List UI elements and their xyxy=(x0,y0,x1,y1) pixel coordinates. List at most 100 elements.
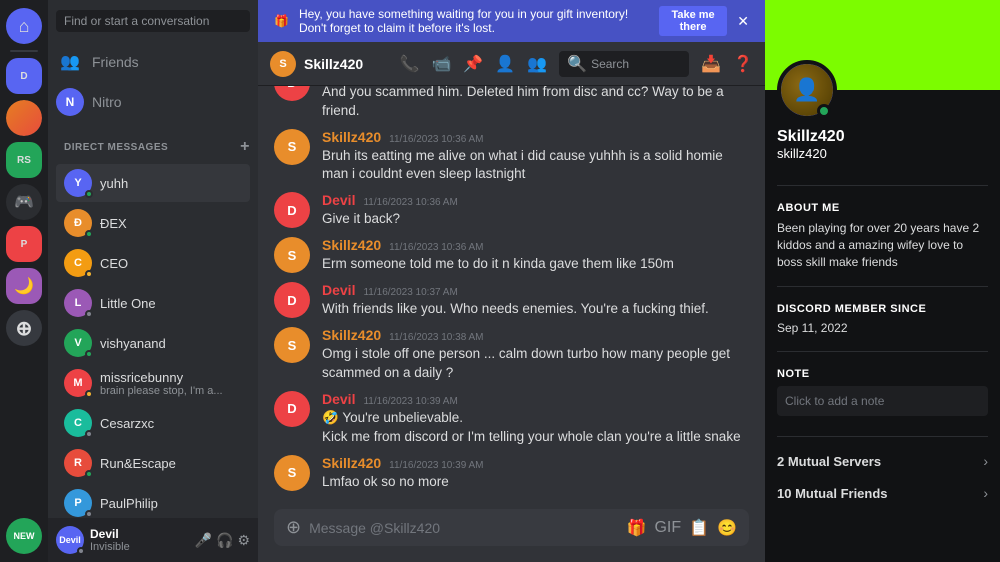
banner-close-button[interactable]: ✕ xyxy=(737,13,749,30)
user-area-icons: 🎤 🎧 ⚙ xyxy=(195,532,250,549)
mutual-friends-item[interactable]: 10 Mutual Friends › xyxy=(765,477,1000,509)
message-avatar: D xyxy=(274,391,310,427)
mutual-servers-label: 2 Mutual Servers xyxy=(777,454,881,469)
message-text: 🤣 You're unbelievable. xyxy=(322,409,749,428)
nitro-label: Nitro xyxy=(92,94,122,110)
message-content: Skillz420 11/16/2023 10:36 AM Bruh its e… xyxy=(322,129,749,185)
message-text: Give it back? xyxy=(322,210,749,229)
dm-name-wrapper: CEO xyxy=(100,256,128,271)
call-icon[interactable]: 📞 xyxy=(400,54,420,74)
message-text: Omg i stole off one person ... calm down… xyxy=(322,345,749,383)
dm-item-paulphilip[interactable]: P PaulPhilip xyxy=(56,484,250,518)
gif-icon[interactable]: GIF xyxy=(654,519,681,537)
pin-icon[interactable]: 📌 xyxy=(463,54,483,74)
dm-avatar: C xyxy=(64,249,92,277)
dm-status xyxy=(85,230,93,238)
current-usertag: Invisible xyxy=(90,541,189,553)
server-icon-6[interactable]: 🌙 xyxy=(6,268,42,304)
note-title: NOTE xyxy=(777,368,988,380)
chat-search-box[interactable]: 🔍 Search xyxy=(559,51,689,77)
server-icon-5[interactable]: P xyxy=(6,226,42,262)
profile-divider-3 xyxy=(777,351,988,352)
message-input-area: ⊕ 🎁 GIF 📋 😊 xyxy=(258,509,765,562)
sticker-icon[interactable]: 📋 xyxy=(689,518,709,538)
message-content: Devil 11/16/2023 10:39 AM 🤣 You're unbel… xyxy=(322,391,749,447)
server-icon-4[interactable]: 🎮 xyxy=(6,184,42,220)
mutual-servers-item[interactable]: 2 Mutual Servers › xyxy=(765,445,1000,477)
message-content: Devil 11/16/2023 10:35 AM And you scamme… xyxy=(322,86,749,121)
mutual-servers-chevron: › xyxy=(983,453,988,469)
note-input[interactable]: Click to add a note xyxy=(777,386,988,416)
message-2: D Devil 11/16/2023 10:35 AM And you scam… xyxy=(258,86,765,123)
dm-item-missricebunny[interactable]: M missricebunny brain please stop, I'm a… xyxy=(56,364,250,402)
message-time: 11/16/2023 10:39 AM xyxy=(389,460,483,471)
help-icon[interactable]: ❓ xyxy=(733,54,753,74)
message-text: Bruh its eatting me alive on what i did … xyxy=(322,147,749,185)
video-icon[interactable]: 📹 xyxy=(431,54,451,74)
dm-item-cesarzxc[interactable]: C Cesarzxc xyxy=(56,404,250,442)
input-icons: 🎁 GIF 📋 😊 xyxy=(627,518,737,538)
dm-item-little one[interactable]: L Little One xyxy=(56,284,250,322)
dm-avatar: M xyxy=(64,369,92,397)
message-text: Kick me from discord or I'm telling your… xyxy=(322,428,749,447)
message-header: Devil 11/16/2023 10:36 AM xyxy=(322,192,749,208)
friends-item[interactable]: 👥 Friends xyxy=(48,42,258,82)
nitro-icon: N xyxy=(56,88,84,116)
dm-name: missricebunny xyxy=(100,370,223,385)
mute-icon[interactable]: 🎤 xyxy=(195,532,212,549)
add-dm-button[interactable]: + xyxy=(240,138,250,156)
dm-item-vishyanand[interactable]: V vishyanand xyxy=(56,324,250,362)
message-text: Lmfao ok so no more xyxy=(322,473,749,492)
dm-item-run&escape[interactable]: R Run&Escape xyxy=(56,444,250,482)
nitro-item[interactable]: N Nitro xyxy=(48,82,258,122)
claim-button[interactable]: Take me there xyxy=(659,6,727,36)
dm-item-yuhh[interactable]: Y yuhh xyxy=(56,164,250,202)
add-attachment-icon[interactable]: ⊕ xyxy=(286,517,301,538)
dm-item-ðex[interactable]: Ð ÐEX xyxy=(56,204,250,242)
dm-avatar: Y xyxy=(64,169,92,197)
chat-area: 🎁 Hey, you have something waiting for yo… xyxy=(258,0,765,562)
gift-input-icon[interactable]: 🎁 xyxy=(627,518,647,538)
dm-item-ceo[interactable]: C CEO xyxy=(56,244,250,282)
user-info: Devil Invisible xyxy=(90,527,189,553)
message-9: S Skillz420 11/16/2023 10:39 AM Lmfao ok… xyxy=(258,453,765,494)
settings-icon[interactable]: ⚙ xyxy=(237,532,250,549)
server-icon-3[interactable]: RS xyxy=(6,142,42,178)
message-author: Skillz420 xyxy=(322,237,381,253)
dm-list: Y yuhh Ð ÐEX C CEO L Little On xyxy=(48,160,258,518)
dm-search-area: Find or start a conversation xyxy=(48,0,258,42)
dm-avatar: L xyxy=(64,289,92,317)
deafen-icon[interactable]: 🎧 xyxy=(216,532,233,549)
server-icon-2[interactable] xyxy=(6,100,42,136)
profile-panel: 👤 Skillz420 skillz420 ABOUT ME Been play… xyxy=(765,0,1000,562)
message-content: Skillz420 11/16/2023 10:38 AM Omg i stol… xyxy=(322,327,749,383)
member-list-icon[interactable]: 👥 xyxy=(527,54,547,74)
emoji-icon[interactable]: 😊 xyxy=(717,518,737,538)
server-icon-7[interactable]: ⊕ xyxy=(6,310,42,346)
dm-avatar: C xyxy=(64,409,92,437)
inbox-icon[interactable]: 📥 xyxy=(701,54,721,74)
message-author: Skillz420 xyxy=(322,327,381,343)
friends-label: Friends xyxy=(92,54,139,70)
message-text: And you scammed him. Deleted him from di… xyxy=(322,86,749,121)
add-friend-icon[interactable]: 👤 xyxy=(495,54,515,74)
dm-search-box[interactable]: Find or start a conversation xyxy=(56,10,250,32)
current-username: Devil xyxy=(90,527,189,541)
message-content: Devil 11/16/2023 10:36 AM Give it back? xyxy=(322,192,749,229)
member-since-title: DISCORD MEMBER SINCE xyxy=(777,303,988,315)
home-icon[interactable]: ⌂ xyxy=(6,8,42,44)
message-header: Skillz420 11/16/2023 10:36 AM xyxy=(322,129,749,145)
chat-header: S Skillz420 📞 📹 📌 👤 👥 🔍 Search 📥 ❓ xyxy=(258,42,765,86)
profile-username: Skillz420 xyxy=(777,128,988,146)
message-3: S Skillz420 11/16/2023 10:36 AM Bruh its… xyxy=(258,127,765,187)
profile-avatar-area: 👤 xyxy=(765,60,1000,120)
message-input[interactable] xyxy=(309,520,618,536)
message-content: Devil 11/16/2023 10:37 AM With friends l… xyxy=(322,282,749,319)
message-time: 11/16/2023 10:39 AM xyxy=(363,396,457,407)
dm-avatar: R xyxy=(64,449,92,477)
server-icon-1[interactable]: D xyxy=(6,58,42,94)
new-badge[interactable]: NEW xyxy=(6,518,42,554)
message-6: D Devil 11/16/2023 10:37 AM With friends… xyxy=(258,280,765,321)
dm-status xyxy=(85,470,93,478)
message-header: Skillz420 11/16/2023 10:36 AM xyxy=(322,237,749,253)
